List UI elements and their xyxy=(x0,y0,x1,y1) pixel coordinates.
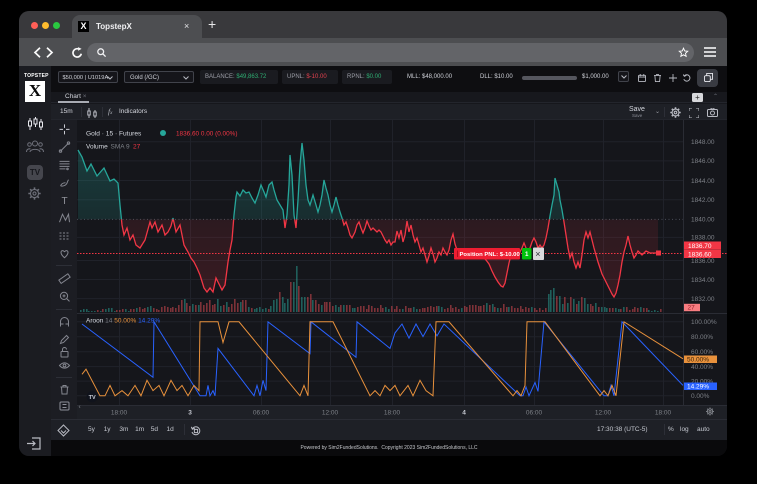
svg-text:1: 1 xyxy=(525,251,529,258)
svg-text:1842.00: 1842.00 xyxy=(691,197,715,204)
svg-text:Gold · 15 · Futures: Gold · 15 · Futures xyxy=(86,130,142,137)
svg-text:Position PNL: $-10.00: Position PNL: $-10.00 xyxy=(460,252,521,258)
svg-text:1836.60: 1836.60 xyxy=(688,251,712,258)
svg-text:4: 4 xyxy=(462,410,466,417)
svg-text:40.00%: 40.00% xyxy=(691,364,713,371)
svg-text:1836.60 0.00 (0.00%): 1836.60 0.00 (0.00%) xyxy=(176,130,237,137)
svg-text:SMA 9: SMA 9 xyxy=(111,144,131,151)
svg-text:×: × xyxy=(535,249,540,259)
svg-text:1836.00: 1836.00 xyxy=(691,258,715,265)
svg-text:1840.00: 1840.00 xyxy=(691,217,715,224)
svg-text:1848.00: 1848.00 xyxy=(691,139,715,146)
svg-text:Aroon 14 50.00% 14.29%: Aroon 14 50.00% 14.29% xyxy=(86,318,160,325)
svg-text:80.00%: 80.00% xyxy=(691,334,713,341)
svg-text:1832.00: 1832.00 xyxy=(691,296,715,303)
svg-text:27: 27 xyxy=(133,144,141,151)
svg-text:06:00: 06:00 xyxy=(253,410,270,417)
svg-text:18:00: 18:00 xyxy=(655,410,672,417)
svg-text:60.00%: 60.00% xyxy=(691,349,713,356)
svg-text:18:00: 18:00 xyxy=(384,410,401,417)
svg-text:1846.00: 1846.00 xyxy=(691,158,715,165)
svg-text:12:00: 12:00 xyxy=(322,410,339,417)
svg-text:1836.70: 1836.70 xyxy=(688,243,712,250)
svg-text:3: 3 xyxy=(188,410,192,417)
svg-text:TV: TV xyxy=(89,395,96,401)
svg-text:100.00%: 100.00% xyxy=(691,319,717,326)
svg-text:Volume: Volume xyxy=(86,144,108,151)
svg-text:1844.00: 1844.00 xyxy=(691,178,715,185)
svg-text:12:00: 12:00 xyxy=(595,410,612,417)
svg-text:‹: ‹ xyxy=(79,404,81,411)
svg-text:27: 27 xyxy=(688,305,696,312)
svg-text:14.29%: 14.29% xyxy=(687,384,709,391)
svg-text:50.00%: 50.00% xyxy=(687,357,709,364)
svg-text:1834.00: 1834.00 xyxy=(691,277,715,284)
svg-text:18:00: 18:00 xyxy=(111,410,128,417)
svg-text:1838.00: 1838.00 xyxy=(691,235,715,242)
svg-text:06:00: 06:00 xyxy=(526,410,543,417)
svg-text:T: T xyxy=(61,196,67,207)
svg-text:0.00%: 0.00% xyxy=(691,393,710,400)
